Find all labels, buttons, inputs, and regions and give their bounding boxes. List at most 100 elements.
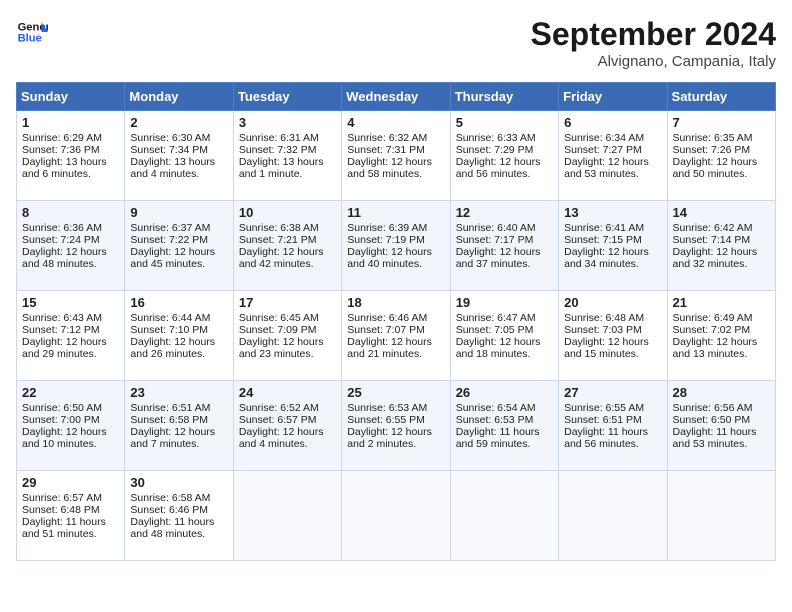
logo-icon: General Blue xyxy=(16,16,48,48)
calendar-cell-day-1: 1 Sunrise: 6:29 AM Sunset: 7:36 PM Dayli… xyxy=(17,111,125,201)
sunset-label: Sunset: 7:21 PM xyxy=(239,234,317,246)
day-number: 4 xyxy=(347,115,444,130)
col-header-sunday: Sunday xyxy=(17,83,125,111)
sunrise-label: Sunrise: 6:30 AM xyxy=(130,132,210,144)
sunset-label: Sunset: 7:36 PM xyxy=(22,144,100,156)
sunset-label: Sunset: 7:14 PM xyxy=(673,234,751,246)
daylight-label: Daylight: 12 hours and 58 minutes. xyxy=(347,156,432,180)
day-number: 5 xyxy=(456,115,553,130)
day-number: 20 xyxy=(564,295,661,310)
day-number: 3 xyxy=(239,115,336,130)
sunset-label: Sunset: 7:32 PM xyxy=(239,144,317,156)
sunset-label: Sunset: 7:07 PM xyxy=(347,324,425,336)
daylight-label: Daylight: 12 hours and 53 minutes. xyxy=(564,156,649,180)
sunset-label: Sunset: 7:34 PM xyxy=(130,144,208,156)
daylight-label: Daylight: 13 hours and 6 minutes. xyxy=(22,156,107,180)
calendar-cell-day-4: 4 Sunrise: 6:32 AM Sunset: 7:31 PM Dayli… xyxy=(342,111,450,201)
sunrise-label: Sunrise: 6:58 AM xyxy=(130,492,210,504)
sunset-label: Sunset: 7:09 PM xyxy=(239,324,317,336)
day-number: 22 xyxy=(22,385,119,400)
day-number: 1 xyxy=(22,115,119,130)
calendar-cell-day-8: 8 Sunrise: 6:36 AM Sunset: 7:24 PM Dayli… xyxy=(17,201,125,291)
calendar-cell-day-6: 6 Sunrise: 6:34 AM Sunset: 7:27 PM Dayli… xyxy=(559,111,667,201)
sunrise-label: Sunrise: 6:53 AM xyxy=(347,402,427,414)
daylight-label: Daylight: 12 hours and 26 minutes. xyxy=(130,336,215,360)
sunset-label: Sunset: 6:46 PM xyxy=(130,504,208,516)
sunset-label: Sunset: 7:10 PM xyxy=(130,324,208,336)
calendar-cell-day-18: 18 Sunrise: 6:46 AM Sunset: 7:07 PM Dayl… xyxy=(342,291,450,381)
sunset-label: Sunset: 7:27 PM xyxy=(564,144,642,156)
daylight-label: Daylight: 12 hours and 34 minutes. xyxy=(564,246,649,270)
calendar-cell-day-12: 12 Sunrise: 6:40 AM Sunset: 7:17 PM Dayl… xyxy=(450,201,558,291)
sunset-label: Sunset: 6:58 PM xyxy=(130,414,208,426)
calendar-week-row: 15 Sunrise: 6:43 AM Sunset: 7:12 PM Dayl… xyxy=(17,291,776,381)
daylight-label: Daylight: 12 hours and 50 minutes. xyxy=(673,156,758,180)
sunset-label: Sunset: 6:55 PM xyxy=(347,414,425,426)
day-number: 26 xyxy=(456,385,553,400)
sunset-label: Sunset: 7:17 PM xyxy=(456,234,534,246)
calendar-cell-day-25: 25 Sunrise: 6:53 AM Sunset: 6:55 PM Dayl… xyxy=(342,381,450,471)
sunrise-label: Sunrise: 6:50 AM xyxy=(22,402,102,414)
sunset-label: Sunset: 6:50 PM xyxy=(673,414,751,426)
daylight-label: Daylight: 12 hours and 37 minutes. xyxy=(456,246,541,270)
sunset-label: Sunset: 7:02 PM xyxy=(673,324,751,336)
sunrise-label: Sunrise: 6:33 AM xyxy=(456,132,536,144)
daylight-label: Daylight: 12 hours and 56 minutes. xyxy=(456,156,541,180)
sunrise-label: Sunrise: 6:34 AM xyxy=(564,132,644,144)
sunrise-label: Sunrise: 6:48 AM xyxy=(564,312,644,324)
calendar-cell-day-28: 28 Sunrise: 6:56 AM Sunset: 6:50 PM Dayl… xyxy=(667,381,775,471)
daylight-label: Daylight: 12 hours and 40 minutes. xyxy=(347,246,432,270)
daylight-label: Daylight: 13 hours and 1 minute. xyxy=(239,156,324,180)
day-number: 12 xyxy=(456,205,553,220)
calendar-cell-day-23: 23 Sunrise: 6:51 AM Sunset: 6:58 PM Dayl… xyxy=(125,381,233,471)
calendar-week-row: 29 Sunrise: 6:57 AM Sunset: 6:48 PM Dayl… xyxy=(17,471,776,561)
day-number: 15 xyxy=(22,295,119,310)
day-number: 7 xyxy=(673,115,770,130)
location: Alvignano, Campania, Italy xyxy=(531,53,776,70)
daylight-label: Daylight: 12 hours and 48 minutes. xyxy=(22,246,107,270)
daylight-label: Daylight: 12 hours and 13 minutes. xyxy=(673,336,758,360)
day-number: 2 xyxy=(130,115,227,130)
sunrise-label: Sunrise: 6:56 AM xyxy=(673,402,753,414)
day-number: 30 xyxy=(130,475,227,490)
col-header-friday: Friday xyxy=(559,83,667,111)
sunset-label: Sunset: 7:05 PM xyxy=(456,324,534,336)
sunset-label: Sunset: 7:22 PM xyxy=(130,234,208,246)
calendar-week-row: 1 Sunrise: 6:29 AM Sunset: 7:36 PM Dayli… xyxy=(17,111,776,201)
calendar-cell-empty xyxy=(342,471,450,561)
sunrise-label: Sunrise: 6:46 AM xyxy=(347,312,427,324)
calendar-cell-empty xyxy=(233,471,341,561)
col-header-tuesday: Tuesday xyxy=(233,83,341,111)
calendar-cell-day-2: 2 Sunrise: 6:30 AM Sunset: 7:34 PM Dayli… xyxy=(125,111,233,201)
daylight-label: Daylight: 12 hours and 45 minutes. xyxy=(130,246,215,270)
sunrise-label: Sunrise: 6:37 AM xyxy=(130,222,210,234)
sunrise-label: Sunrise: 6:31 AM xyxy=(239,132,319,144)
calendar-week-row: 8 Sunrise: 6:36 AM Sunset: 7:24 PM Dayli… xyxy=(17,201,776,291)
daylight-label: Daylight: 13 hours and 4 minutes. xyxy=(130,156,215,180)
calendar-cell-empty xyxy=(559,471,667,561)
day-number: 17 xyxy=(239,295,336,310)
sunrise-label: Sunrise: 6:35 AM xyxy=(673,132,753,144)
sunrise-label: Sunrise: 6:42 AM xyxy=(673,222,753,234)
sunset-label: Sunset: 6:53 PM xyxy=(456,414,534,426)
day-number: 6 xyxy=(564,115,661,130)
sunrise-label: Sunrise: 6:51 AM xyxy=(130,402,210,414)
sunrise-label: Sunrise: 6:40 AM xyxy=(456,222,536,234)
day-number: 10 xyxy=(239,205,336,220)
sunrise-label: Sunrise: 6:55 AM xyxy=(564,402,644,414)
calendar-table: SundayMondayTuesdayWednesdayThursdayFrid… xyxy=(16,82,776,561)
col-header-monday: Monday xyxy=(125,83,233,111)
daylight-label: Daylight: 12 hours and 10 minutes. xyxy=(22,426,107,450)
svg-text:Blue: Blue xyxy=(18,33,42,45)
calendar-cell-day-10: 10 Sunrise: 6:38 AM Sunset: 7:21 PM Dayl… xyxy=(233,201,341,291)
calendar-cell-empty xyxy=(450,471,558,561)
col-header-thursday: Thursday xyxy=(450,83,558,111)
day-number: 28 xyxy=(673,385,770,400)
logo: General Blue xyxy=(16,16,48,48)
calendar-cell-day-26: 26 Sunrise: 6:54 AM Sunset: 6:53 PM Dayl… xyxy=(450,381,558,471)
daylight-label: Daylight: 12 hours and 4 minutes. xyxy=(239,426,324,450)
daylight-label: Daylight: 12 hours and 32 minutes. xyxy=(673,246,758,270)
calendar-cell-day-3: 3 Sunrise: 6:31 AM Sunset: 7:32 PM Dayli… xyxy=(233,111,341,201)
calendar-cell-day-22: 22 Sunrise: 6:50 AM Sunset: 7:00 PM Dayl… xyxy=(17,381,125,471)
sunset-label: Sunset: 7:00 PM xyxy=(22,414,100,426)
